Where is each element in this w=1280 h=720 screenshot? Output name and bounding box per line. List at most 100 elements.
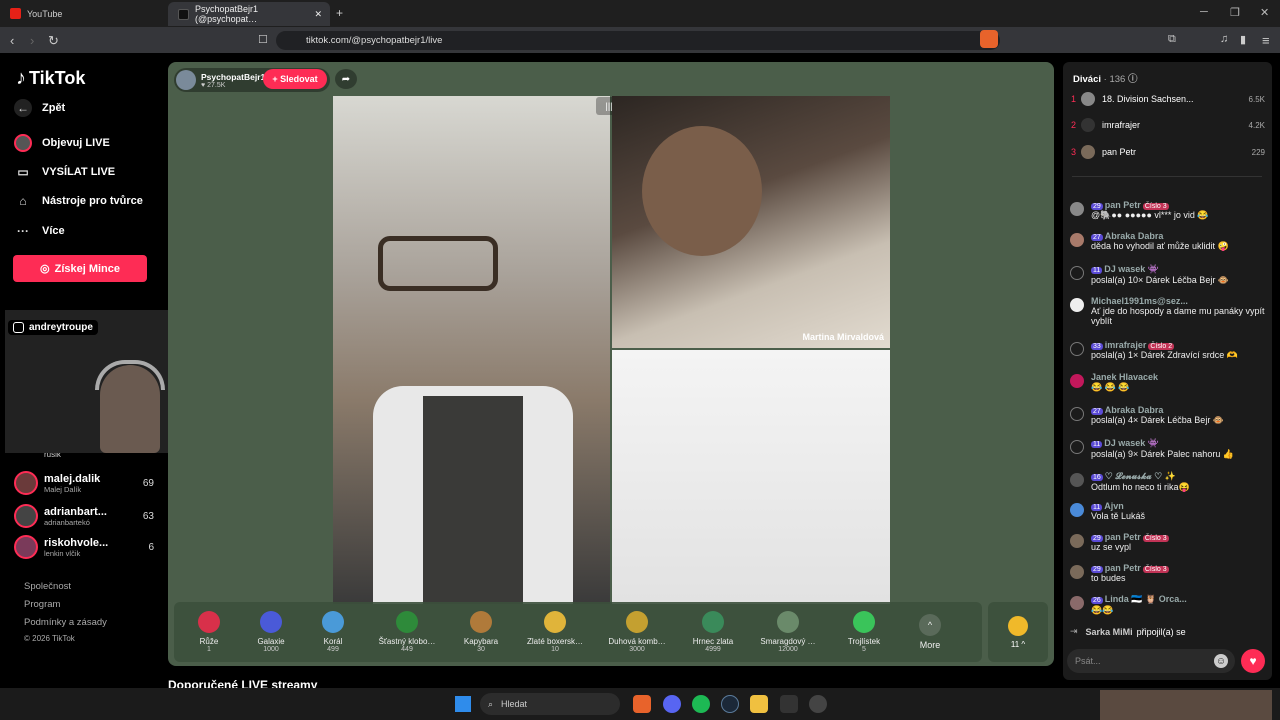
footer-link[interactable]: Společnost [24, 581, 71, 592]
instagram-tag: andreytroupe [8, 320, 98, 335]
spotify-icon[interactable] [692, 695, 710, 713]
steam-icon[interactable] [721, 695, 739, 713]
nav-item-more[interactable]: ··· Více [14, 222, 65, 240]
avatar [1070, 534, 1084, 548]
divider [1072, 176, 1262, 177]
gift-item[interactable]: Korál 499 [302, 611, 364, 653]
gift-icon [1070, 266, 1084, 280]
viewers-header: Diváci · 136 ⓘ [1073, 74, 1138, 85]
viewer-row[interactable]: 3 pan Petr 229 [1071, 145, 1265, 159]
chat-message: 11 DJ wasek 👾 poslal(a) 9× Dárek Palec nah… [1070, 438, 1270, 460]
media-icon[interactable]: ♫ [1220, 33, 1228, 45]
emoji-icon[interactable]: ☺ [1214, 654, 1228, 668]
new-tab-button[interactable]: + [336, 6, 343, 20]
close-tab-icon[interactable]: ✕ [314, 9, 322, 20]
follow-button[interactable]: + Sledovat [263, 69, 327, 89]
minimize-icon[interactable]: ─ [1200, 6, 1208, 18]
webcam-corner-preview [1100, 690, 1272, 720]
more-dots-icon: ··· [17, 224, 29, 238]
lucky-hat-icon [396, 611, 418, 633]
bookmark-icon[interactable]: ☐ [258, 33, 268, 46]
file-explorer-icon[interactable] [750, 695, 768, 713]
chat-message: 27 Abraka Dabra poslal(a) 4× Dárek Léčba B… [1070, 405, 1270, 426]
more-gifts-button[interactable]: ^ More [902, 614, 958, 650]
avatar [14, 535, 38, 559]
chat-message: 16 ♡ 𝓛𝓮𝓷𝓾𝓼𝓴𝓪 ♡ ✨ Odtlum ho neco ti rika😝 [1070, 471, 1270, 493]
chat-message: 29 pan Petr Číslo 3 @🐘●● ●●●●● vl*** jo vid… [1070, 200, 1270, 221]
video-camera-icon: ▭ [17, 165, 29, 179]
emerald-icon [777, 611, 799, 633]
live-avatar-icon [14, 134, 32, 152]
gift-item[interactable]: Kapybara 30 [450, 611, 512, 653]
gift-item[interactable]: Duhová komb… 3000 [598, 611, 676, 653]
gift-item[interactable]: Zlaté boxersk… 10 [512, 611, 598, 653]
avatar [1070, 374, 1084, 388]
gift-item[interactable]: Hrnec zlata 4999 [676, 611, 750, 653]
footer-link[interactable]: Program [24, 599, 60, 610]
app-icon[interactable] [809, 695, 827, 713]
avatar [1070, 202, 1084, 216]
gift-item[interactable]: Smaragdový … 12000 [750, 611, 826, 653]
nav-item-discover-live[interactable]: Objevuj LIVE [14, 134, 110, 152]
avatar [1070, 565, 1084, 579]
host-video [333, 96, 610, 604]
coin-icon: ◎ [39, 263, 50, 275]
chat-message: 33 imrafrajer Číslo 2 poslal(a) 1× Dárek Zd… [1070, 340, 1270, 361]
gift-item[interactable]: Růže 1 [178, 611, 240, 653]
copyright: © 2026 TikTok [24, 634, 75, 643]
chat-input[interactable]: Psát... [1067, 649, 1235, 673]
tiktok-logo[interactable]: ♪ TikTok [16, 67, 85, 90]
get-coins-button[interactable]: ◎ Získej Mince [13, 255, 147, 282]
info-icon: ⓘ [1127, 74, 1138, 85]
discord-icon[interactable] [663, 695, 681, 713]
address-bar[interactable]: tiktok.com/@psychopatbejr1/live [276, 31, 1000, 50]
chevron-up-icon: ^ [919, 614, 941, 636]
capybara-icon [470, 611, 492, 633]
reload-icon[interactable]: ↻ [48, 33, 59, 49]
tab-tiktok[interactable]: PsychopatBejr1 (@psychopat… ✕ [168, 2, 330, 26]
following-item[interactable]: malej.dalik Malej Dalík 69 [14, 471, 154, 495]
menu-icon[interactable]: ≡ [1262, 33, 1270, 48]
gift-item[interactable]: Galaxie 1000 [240, 611, 302, 653]
following-item[interactable]: adrianbart... adrianbartekó 63 [14, 504, 154, 528]
chat-message: 11 DJ wasek 👾 poslal(a) 10× Dárek Léčba Be… [1070, 264, 1270, 286]
windows-start-icon[interactable] [455, 696, 471, 712]
maximize-icon[interactable]: ❐ [1230, 6, 1240, 19]
viewer-row[interactable]: 1 18. Division Sachsen... 6.5K [1071, 92, 1265, 106]
brave-shield-icon[interactable] [980, 30, 998, 48]
viewer-row[interactable]: 2 imrafrajer 4.2K [1071, 118, 1265, 132]
sidebar-icon[interactable]: ▮ [1240, 33, 1246, 46]
avatar [14, 504, 38, 528]
gift-item[interactable]: Trojlístek 5 [826, 611, 902, 653]
brave-icon[interactable] [633, 695, 651, 713]
following-item[interactable]: riskohvole... lenkin vlčik 6 [14, 535, 154, 559]
nav-item-go-live[interactable]: ▭ VYSÍLAT LIVE [14, 163, 115, 181]
share-icon[interactable]: ➦ [335, 69, 357, 89]
coin-icon [1008, 615, 1028, 636]
avatar [1070, 233, 1084, 247]
nav-item-creator-tools[interactable]: ⌂ Nástroje pro tvůrce [14, 192, 143, 210]
tab-youtube[interactable]: YouTube [0, 0, 165, 27]
forward-icon[interactable]: › [30, 33, 34, 48]
tiktok-favicon-icon [178, 8, 189, 20]
headphones-icon [95, 360, 165, 390]
coin-balance-button[interactable]: 11 ^ [988, 602, 1048, 662]
galaxy-icon [260, 611, 282, 633]
taskbar-search[interactable]: ⌕ Hledat [480, 693, 620, 715]
like-heart-button[interactable]: ♥ [1241, 649, 1265, 673]
back-icon[interactable]: ‹ [10, 33, 14, 48]
gift-item[interactable]: Šťastný klobo… 449 [364, 611, 450, 653]
pot-of-gold-icon [702, 611, 724, 633]
extensions-icon[interactable]: ⧉ [1168, 33, 1176, 46]
back-link[interactable]: ← Zpět [14, 99, 65, 117]
arrow-left-icon: ← [14, 99, 32, 117]
avatar [1081, 118, 1095, 132]
clover-icon [853, 611, 875, 633]
guest-face [642, 126, 762, 256]
youtube-icon [10, 8, 21, 19]
live-stage [168, 62, 1054, 666]
avatar [14, 471, 38, 495]
app-icon[interactable] [780, 695, 798, 713]
footer-link[interactable]: Podmínky a zásady [24, 617, 107, 628]
close-window-icon[interactable]: ✕ [1260, 6, 1269, 19]
